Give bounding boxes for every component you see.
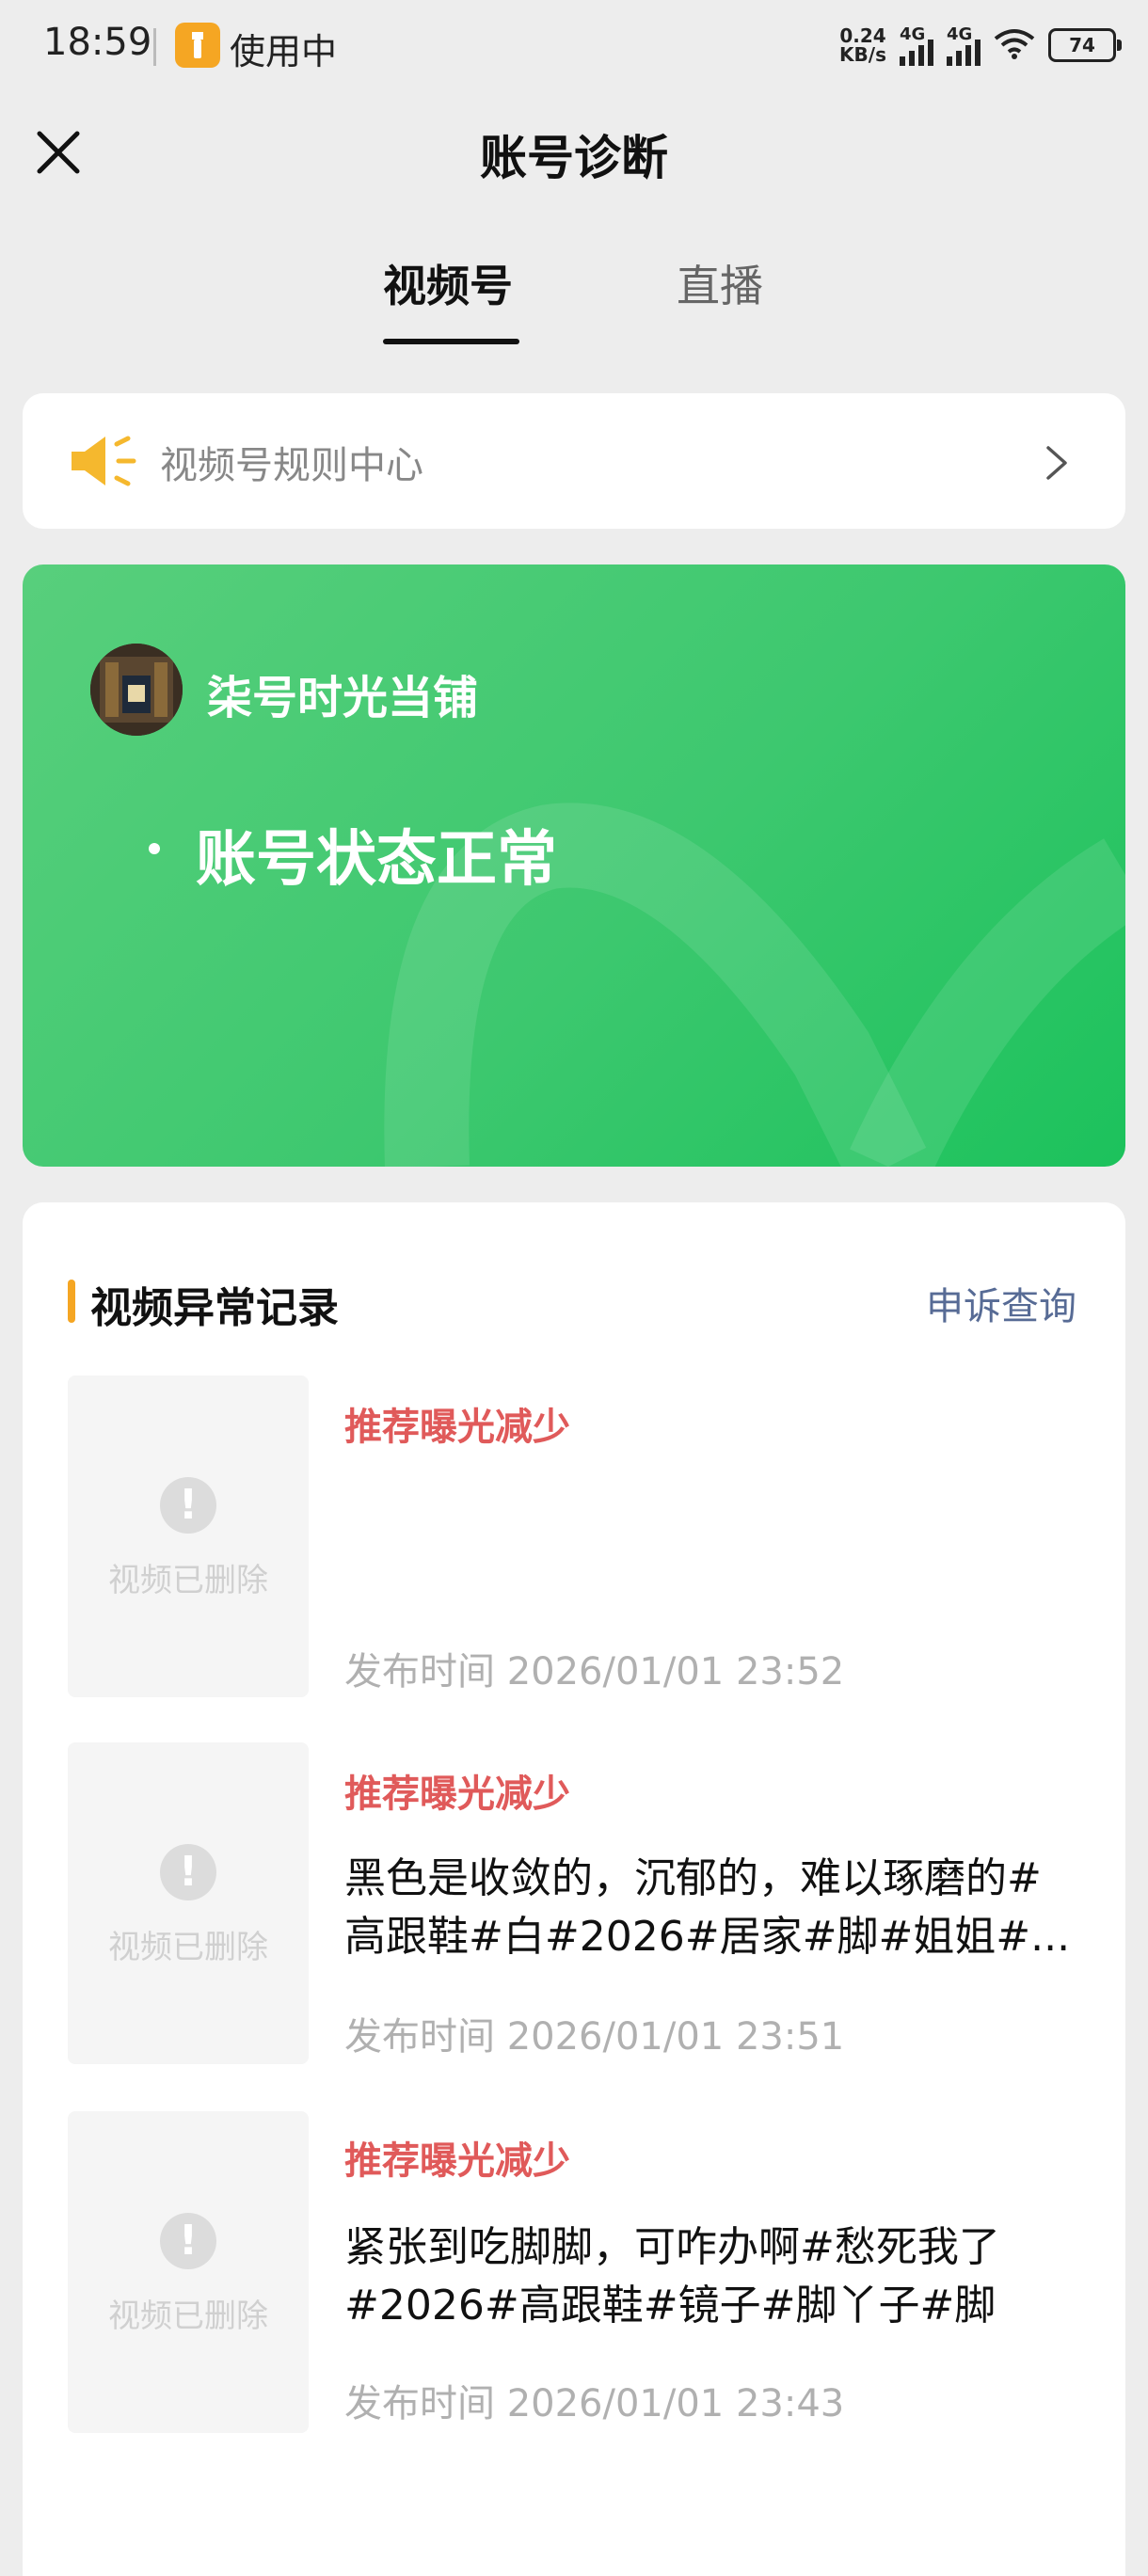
rules-center-label: 视频号规则中心 (160, 444, 423, 487)
appeal-query-link[interactable]: 申诉查询 (926, 1276, 1076, 1330)
status-indicators: 0.24 KB/s 4G 4G 74 (839, 24, 1122, 66)
status-divider (153, 28, 156, 66)
tab-active-indicator (383, 339, 519, 344)
video-thumbnail[interactable]: ! 视频已删除 (68, 2111, 309, 2433)
chevron-right-icon (1043, 442, 1071, 484)
thumbnail-deleted-text: 视频已删除 (108, 1929, 268, 1966)
thumbnail-deleted-text: 视频已删除 (108, 2298, 268, 2335)
signal-icon-2: 4G (947, 24, 981, 66)
record-publish-time: 发布时间 2026/01/01 23:52 (344, 1650, 845, 1693)
signal-label: 4G (900, 24, 926, 44)
status-time: 18:59 (43, 21, 152, 64)
bullet-icon (149, 843, 160, 854)
video-thumbnail[interactable]: ! 视频已删除 (68, 1375, 309, 1697)
record-description: 紧张到吃脚脚，可咋办啊#愁死我了#2026#高跟鞋#镜子#脚丫子#脚 (344, 2223, 1000, 2330)
wifi-icon (994, 27, 1035, 63)
warning-icon: ! (160, 2213, 216, 2269)
page-title: 账号诊断 (480, 131, 668, 185)
video-thumbnail[interactable]: ! 视频已删除 (68, 1742, 309, 2064)
account-status-text: 账号状态正常 (196, 825, 557, 895)
speaker-icon (68, 431, 143, 491)
status-app-text: 使用中 (230, 31, 338, 72)
record-publish-time: 发布时间 2026/01/01 23:43 (344, 2382, 845, 2425)
avatar (90, 644, 183, 736)
record-tag: 推荐曝光减少 (344, 1773, 570, 1816)
section-accent-bar (68, 1280, 75, 1323)
account-name: 柒号时光当铺 (207, 672, 479, 724)
network-speed-unit: KB/s (839, 43, 886, 66)
battery-level: 74 (1069, 34, 1095, 56)
record-tag: 推荐曝光减少 (344, 2139, 570, 2183)
records-title: 视频异常记录 (90, 1284, 339, 1332)
flashlight-icon (175, 23, 220, 68)
card-watermark-icon (384, 803, 1125, 1167)
record-description: 黑色是收敛的，沉郁的，难以琢磨的#高跟鞋#白#2026#居家#脚#姐姐#... (344, 1854, 1071, 1961)
record-tag: 推荐曝光减少 (344, 1406, 570, 1449)
battery-icon: 74 (1048, 28, 1122, 62)
record-publish-time: 发布时间 2026/01/01 23:51 (344, 2015, 845, 2059)
network-speed-value: 0.24 (839, 24, 886, 47)
signal-icon: 4G (900, 24, 933, 66)
warning-icon: ! (160, 1844, 216, 1900)
warning-icon: ! (160, 1477, 216, 1534)
account-status-card (23, 564, 1125, 1167)
tab-video-account[interactable]: 视频号 (383, 252, 513, 314)
signal-label-2: 4G (947, 24, 973, 44)
thumbnail-deleted-text: 视频已删除 (108, 1562, 268, 1599)
network-speed: 0.24 KB/s (839, 26, 886, 64)
tab-live[interactable]: 直播 (677, 252, 763, 314)
